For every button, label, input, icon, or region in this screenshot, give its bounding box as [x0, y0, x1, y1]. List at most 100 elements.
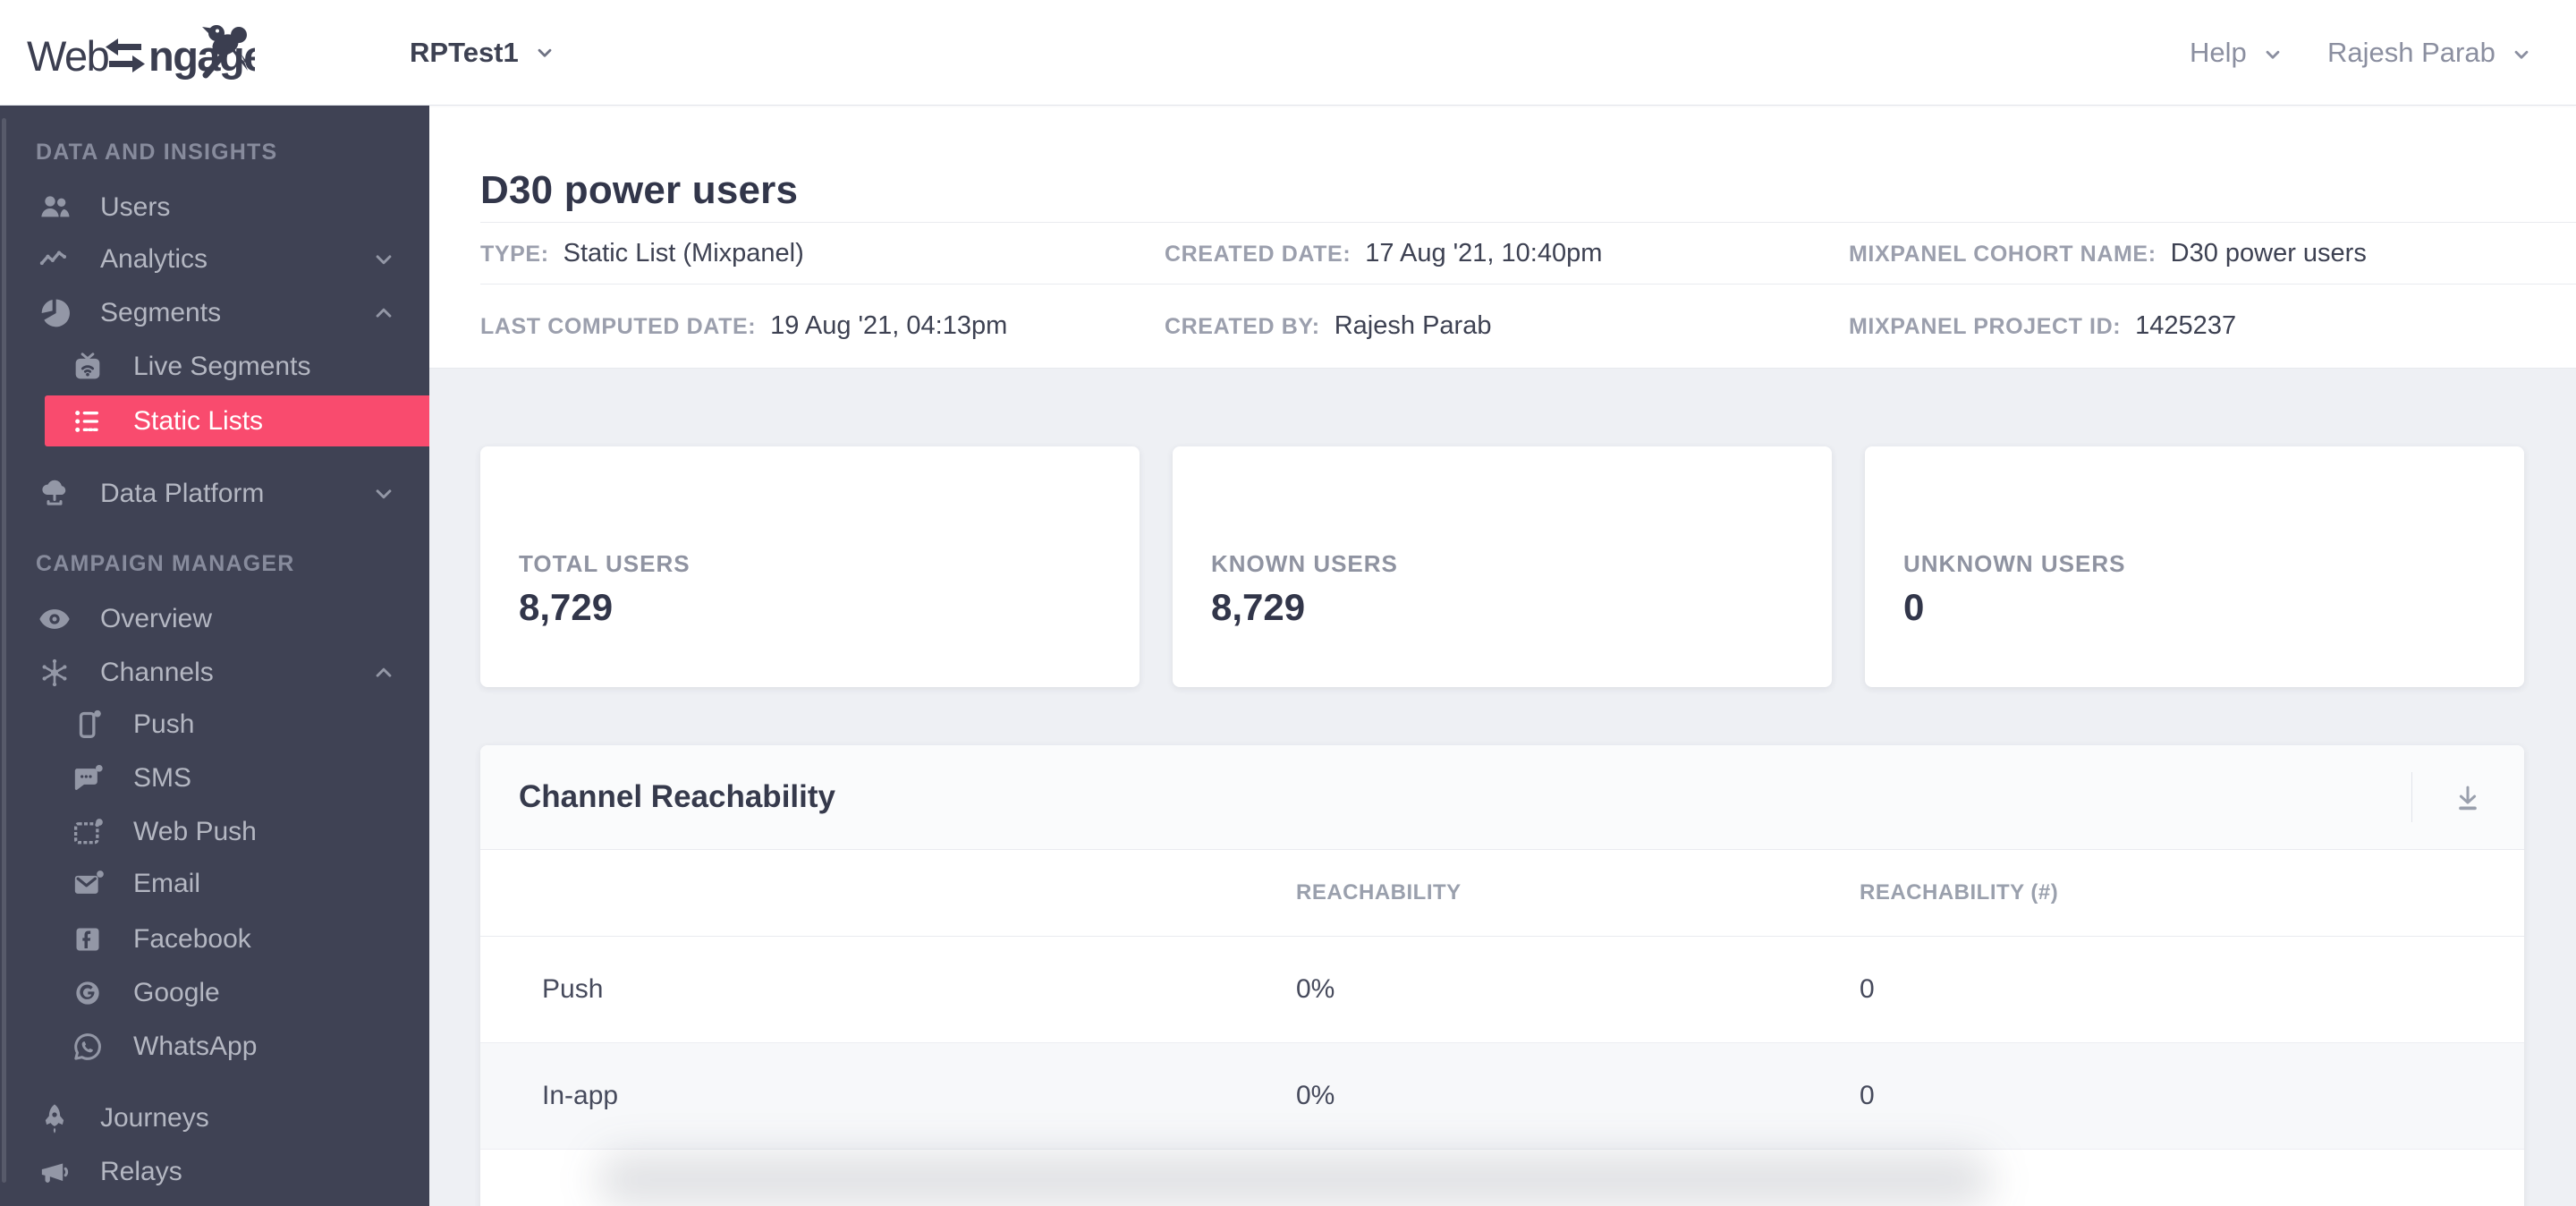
eye-icon	[36, 600, 73, 638]
reachability-count-cell: 0	[1860, 1081, 1875, 1110]
logo-arrows-icon	[106, 38, 145, 72]
chevron-down-icon	[370, 480, 397, 507]
chevron-down-icon	[2261, 41, 2284, 64]
sidebar-item-label: Users	[100, 192, 171, 222]
channel-cell: In-app	[542, 1081, 619, 1110]
download-button[interactable]	[2451, 781, 2485, 815]
download-icon	[2459, 786, 2477, 811]
sidebar-item-relays[interactable]: Relays	[0, 1145, 429, 1199]
sidebar-item-static-lists[interactable]: Static Lists	[45, 395, 429, 446]
meta-row: LAST COMPUTED DATE: 19 Aug '21, 04:13pm …	[480, 284, 2576, 368]
sidebar-item-label: Web Push	[133, 817, 257, 846]
meta-created-by: CREATED BY: Rajesh Parab	[1165, 311, 1849, 341]
sidebar-item-label: Google	[133, 978, 220, 1007]
page-header-band: D30 power users TYPE: Static List (Mixpa…	[429, 106, 2576, 369]
meta-value: Rajesh Parab	[1334, 311, 1492, 340]
sidebar-item-overview[interactable]: Overview	[0, 592, 429, 646]
reachability-cell: 0%	[1296, 974, 1335, 1004]
meta-value: 17 Aug '21, 10:40pm	[1365, 238, 1603, 268]
meta-label: MIXPANEL PROJECT ID:	[1849, 314, 2122, 339]
meta-value: 1425237	[2135, 311, 2237, 340]
sms-icon	[69, 760, 106, 797]
whatsapp-icon	[69, 1028, 106, 1066]
meta-label: CREATED BY:	[1165, 314, 1320, 339]
sidebar-item-segments[interactable]: Segments	[0, 286, 429, 340]
help-label: Help	[2190, 37, 2247, 68]
web-push-icon	[69, 813, 106, 851]
chevron-down-icon	[2510, 41, 2533, 64]
sidebar-item-label: Analytics	[100, 244, 208, 274]
table-body: Push 0% 0 In-app 0% 0	[480, 937, 2524, 1206]
sidebar-item-sms[interactable]: SMS	[0, 752, 429, 805]
panel-title: Channel Reachability	[519, 779, 835, 814]
sidebar-item-email[interactable]: Email	[0, 857, 429, 911]
webengage-app: Web ngage RPTest1 Help Rajesh Parab DATA…	[0, 0, 2576, 1206]
sidebar-item-data-platform[interactable]: Data Platform	[0, 467, 429, 521]
sidebar-item-channels[interactable]: Channels	[0, 646, 429, 700]
meta-created-date: CREATED DATE: 17 Aug '21, 10:40pm	[1165, 239, 1849, 268]
reachability-cell: 0%	[1296, 1081, 1335, 1110]
meta-label: MIXPANEL COHORT NAME:	[1849, 241, 2157, 267]
meta-type: TYPE: Static List (Mixpanel)	[480, 239, 1165, 268]
meta-label: CREATED DATE:	[1165, 241, 1352, 267]
channel-cell: Push	[542, 974, 604, 1004]
static-lists-icon	[69, 403, 106, 440]
data-platform-icon	[36, 475, 73, 513]
meta-label: LAST COMPUTED DATE:	[480, 314, 757, 339]
sidebar-item-label: WhatsApp	[133, 1032, 258, 1061]
sidebar-item-users[interactable]: Users	[0, 181, 429, 234]
chevron-up-icon	[370, 300, 397, 327]
column-header-reachability: REACHABILITY	[1296, 880, 1462, 904]
user-menu[interactable]: Rajesh Parab	[2327, 0, 2533, 106]
rocket-icon	[36, 1100, 73, 1137]
top-bar: Web ngage RPTest1 Help Rajesh Parab	[0, 0, 2576, 106]
user-name: Rajesh Parab	[2327, 37, 2496, 68]
main-content: D30 power users TYPE: Static List (Mixpa…	[429, 106, 2576, 1206]
google-icon	[69, 974, 106, 1012]
column-header-reachability-count: REACHABILITY (#)	[1860, 880, 2059, 904]
sidebar-item-journeys[interactable]: Journeys	[0, 1091, 429, 1145]
logo-text-web: Web	[27, 32, 109, 80]
sidebar-item-google[interactable]: Google	[0, 966, 429, 1020]
sidebar-item-label: Data Platform	[100, 479, 265, 508]
webengage-logo-icon: Web ngage	[27, 25, 267, 80]
scroll-shadow	[480, 1150, 2524, 1206]
chevron-down-icon	[533, 41, 556, 64]
meta-row: TYPE: Static List (Mixpanel) CREATED DAT…	[480, 223, 2576, 284]
segment-meta-table: TYPE: Static List (Mixpanel) CREATED DAT…	[480, 222, 2576, 368]
sidebar-item-facebook[interactable]: Facebook	[0, 913, 429, 966]
live-segments-icon	[69, 348, 106, 386]
sidebar-item-label: Journeys	[100, 1103, 209, 1133]
sidebar-item-analytics[interactable]: Analytics	[0, 233, 429, 286]
sidebar-item-label: Overview	[100, 604, 213, 633]
sidebar-item-live-segments[interactable]: Live Segments	[0, 340, 429, 394]
unknown-users-card: UNKNOWN USERS 0	[1865, 446, 2524, 687]
meta-last-computed: LAST COMPUTED DATE: 19 Aug '21, 04:13pm	[480, 311, 1165, 341]
card-label: TOTAL USERS	[519, 550, 691, 577]
meta-value: D30 power users	[2170, 238, 2367, 268]
email-icon	[69, 865, 106, 903]
project-selector[interactable]: RPTest1	[410, 0, 556, 106]
meta-project-id: MIXPANEL PROJECT ID: 1425237	[1849, 311, 2576, 341]
channels-hub-icon	[36, 654, 73, 692]
sidebar-item-push[interactable]: Push	[0, 698, 429, 752]
sidebar-item-web-push[interactable]: Web Push	[0, 805, 429, 859]
facebook-icon	[69, 921, 106, 958]
page-title: D30 power users	[480, 168, 799, 212]
section-header-campaign-manager: CAMPAIGN MANAGER	[36, 550, 295, 576]
sidebar-item-whatsapp[interactable]: WhatsApp	[0, 1020, 429, 1074]
card-value: 8,729	[519, 586, 614, 628]
mobile-push-icon	[69, 706, 106, 743]
table-row-push: Push 0% 0	[480, 937, 2524, 1043]
stat-cards: TOTAL USERS 8,729 KNOWN USERS 8,729 UNKN…	[480, 446, 2524, 687]
sidebar-item-label: Facebook	[133, 924, 251, 954]
help-menu[interactable]: Help	[2190, 0, 2284, 106]
card-label: KNOWN USERS	[1211, 550, 1398, 577]
card-value: 8,729	[1211, 586, 1306, 628]
users-icon	[36, 189, 73, 226]
card-value: 0	[1903, 586, 1925, 628]
webengage-logo[interactable]: Web ngage	[27, 20, 267, 92]
sidebar-item-label: Channels	[100, 658, 214, 687]
meta-label: TYPE:	[480, 241, 549, 267]
total-users-card: TOTAL USERS 8,729	[480, 446, 1140, 687]
